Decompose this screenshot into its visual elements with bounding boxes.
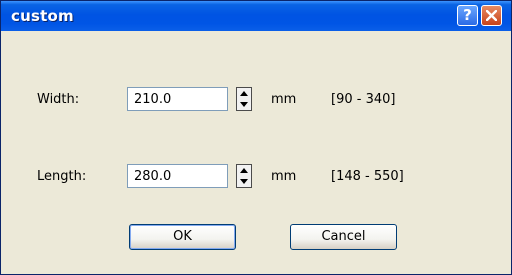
length-spinner[interactable] [236,164,252,188]
length-spin-down-button[interactable] [237,176,251,187]
length-label: Length: [37,169,87,184]
close-button[interactable] [481,5,502,26]
title-bar[interactable]: custom ? [1,1,511,31]
help-icon: ? [463,6,472,24]
width-spinner[interactable] [236,87,252,111]
width-range: [90 - 340] [331,92,396,107]
custom-dialog: custom ? Width: mm [90 - 340] Length: [0,0,512,275]
width-input[interactable] [127,87,228,111]
length-range: [148 - 550] [331,169,404,184]
length-unit: mm [271,169,297,184]
ok-button[interactable]: OK [129,224,236,250]
close-icon [486,10,497,21]
spin-up-icon [240,168,248,173]
window-title: custom [11,7,74,25]
width-spin-down-button[interactable] [237,99,251,110]
width-unit: mm [271,92,297,107]
spin-up-icon [240,91,248,96]
dialog-content: Width: mm [90 - 340] Length: mm [148 - 5… [1,31,511,274]
width-label: Width: [37,92,80,107]
length-input[interactable] [127,164,228,188]
help-button[interactable]: ? [457,5,478,26]
spin-down-icon [240,179,248,184]
cancel-button[interactable]: Cancel [290,224,397,250]
spin-down-icon [240,102,248,107]
